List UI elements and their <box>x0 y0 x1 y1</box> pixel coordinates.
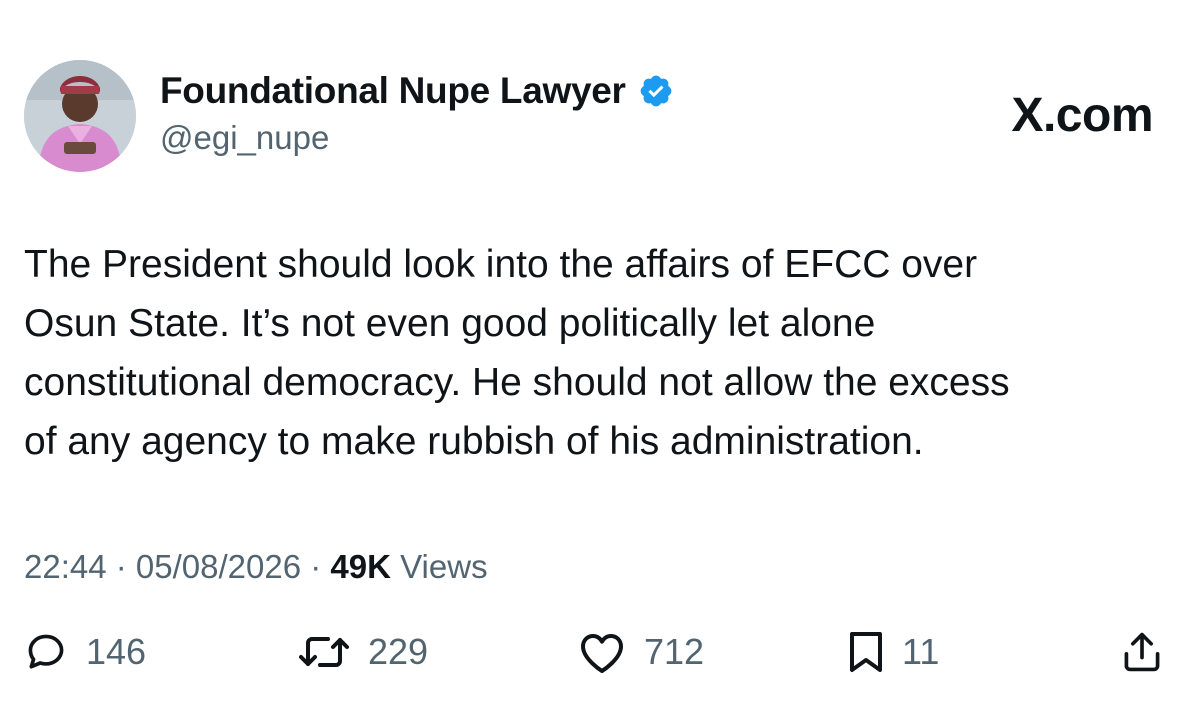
meta-separator: · <box>301 548 331 585</box>
bookmark-icon <box>850 632 882 672</box>
site-label: X.com <box>1011 89 1153 142</box>
tweet-text: The President should look into the affai… <box>24 235 1164 471</box>
reply-button[interactable]: 146 <box>24 630 146 674</box>
reply-icon <box>28 634 64 669</box>
share-icon <box>1124 632 1160 672</box>
bookmark-button[interactable]: 11 <box>848 630 939 674</box>
share-button[interactable] <box>1120 630 1164 674</box>
tweet-line: of any agency to make rubbish of his adm… <box>24 420 924 463</box>
repost-count: 229 <box>368 631 429 672</box>
meta-separator: · <box>106 548 136 585</box>
tweet-time[interactable]: 22:44 <box>24 548 107 585</box>
tweet-line: Osun State. It’s not even good political… <box>24 302 876 345</box>
author-handle[interactable]: @egi_nupe <box>160 119 329 157</box>
tweet-line: constitutional democracy. He should not … <box>24 361 1010 404</box>
tweet-date[interactable]: 05/08/2026 <box>136 548 301 585</box>
repost-icon <box>299 637 349 667</box>
reply-count: 146 <box>86 631 147 672</box>
avatar[interactable] <box>24 60 136 172</box>
author-name-text[interactable]: Foundational Nupe Lawyer <box>160 70 626 112</box>
like-count: 712 <box>644 631 705 672</box>
like-icon <box>581 634 623 673</box>
views-label: Views <box>390 548 488 585</box>
bookmark-count: 11 <box>902 631 940 672</box>
tweet-meta: 22:44 · 05/08/2026 · 49K Views <box>24 548 488 586</box>
tweet-line: The President should look into the affai… <box>24 243 978 286</box>
verified-badge-icon <box>638 73 674 109</box>
author-display-name[interactable]: Foundational Nupe Lawyer <box>160 70 674 112</box>
repost-button[interactable]: 229 <box>298 630 428 674</box>
action-bar: 146 229 712 11 <box>0 630 1200 690</box>
views-count: 49K <box>330 548 391 585</box>
like-button[interactable]: 712 <box>578 630 704 674</box>
